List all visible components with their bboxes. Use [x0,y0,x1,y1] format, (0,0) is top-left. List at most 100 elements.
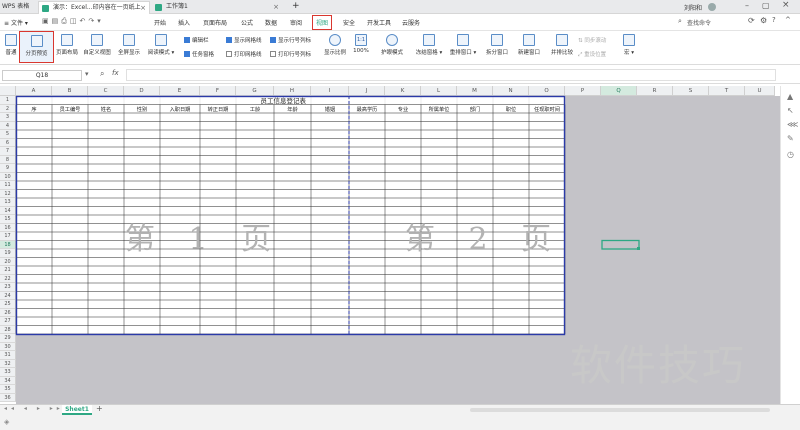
page-layout-view-button[interactable]: 页面布局 [56,33,78,63]
formula-bar-checkbox[interactable]: 编辑栏 [184,36,209,44]
tab-wps-home[interactable]: WPS 表格 [0,1,40,14]
normal-view-button[interactable]: 普通 [2,33,20,63]
sync-scroll-option[interactable]: ⇅ 同步滚动 [578,36,606,44]
watermark: 软件技巧 [570,341,747,390]
search-icon[interactable]: ⌕ [678,17,682,26]
view-ribbon: 普通 分页预览 页面布局 自定义视图 全屏显示 阅读模式 ▾ 编辑栏 显示网格线… [0,31,800,65]
menu-cloud[interactable]: 云服务 [402,18,420,27]
menu-formula[interactable]: 公式 [241,18,253,27]
fill-handle[interactable] [637,247,640,250]
help-icon[interactable]: ? [772,16,776,24]
select-icon[interactable]: ▲ [787,92,793,101]
new-tab-button[interactable]: + [290,1,302,14]
file-menu[interactable]: ≡ 文件 ▾ [4,18,28,27]
tab-label: 演示：Excel...印内容在一页纸上 [53,4,141,11]
headings-checkbox[interactable]: 显示行号列标 [270,36,311,44]
macro-icon [623,34,635,46]
sheet-tab-sheet1[interactable]: Sheet1 [62,405,92,415]
print-icon[interactable]: ⎙ [61,17,70,25]
horizontal-scrollbar[interactable] [470,408,770,412]
title-bar: WPS 表格 演示：Excel...印内容在一页纸上 × 工作簿1 × + 刘阳… [0,0,800,14]
close-tab-icon[interactable]: × [273,1,279,13]
minimize-icon[interactable]: – [745,1,749,10]
menu-review[interactable]: 审阅 [290,18,302,27]
maximize-icon[interactable]: ▢ [762,1,770,10]
save-icon[interactable]: ▣ [42,17,52,25]
page-1-label: 第 1 页 [125,222,284,257]
custom-view-button[interactable]: 自定义视图 [80,33,114,63]
hamburger-icon: ≡ [4,20,11,27]
tab-workbook1[interactable]: 工作簿1 × [152,1,282,14]
close-window-icon[interactable]: × [782,0,790,10]
print-headings-checkbox[interactable]: 打印行号列标 [270,50,311,58]
reset-position-option[interactable]: ⤢ 重设位置 [578,50,606,59]
menu-data[interactable]: 数据 [265,18,277,27]
checkbox-checked-icon [270,37,276,43]
menu-page-layout[interactable]: 页面布局 [203,18,227,27]
sheet-nav-arrows[interactable]: ◂◂ ◂ ▸ ▸▸ [4,405,64,412]
non-print-area-bottom[interactable] [16,334,565,406]
status-bar: ◈ [0,415,800,430]
sync-icon[interactable]: ⟳ [748,16,755,25]
cursor-icon[interactable]: ↖ [787,106,794,115]
menu-insert[interactable]: 插入 [178,18,190,27]
sheet-tabs-bar: ◂◂ ◂ ▸ ▸▸ Sheet1 + [0,404,800,415]
compare-icon [556,34,568,46]
menu-security[interactable]: 安全 [343,18,355,27]
page-break-preview-button[interactable]: 分页预览 [19,31,54,63]
checkbox-checked-icon [184,37,190,43]
table-header-cell: 婚姻 [325,105,335,113]
more-icon[interactable]: ▾ [97,17,104,25]
fx-button[interactable]: fx [112,69,119,77]
table-header-cell: 序 [31,105,36,113]
name-box[interactable]: Q18 [2,70,82,81]
menu-start[interactable]: 开始 [154,18,166,27]
reading-mode-button[interactable]: 阅读模式 ▾ [146,33,176,63]
checkbox-unchecked-icon [270,51,276,57]
tab-document[interactable]: 演示：Excel...印内容在一页纸上 × [38,1,150,14]
zoom-100-button[interactable]: 1:1 100% [350,33,372,63]
fullscreen-button[interactable]: 全屏显示 [116,33,142,63]
macro-button[interactable]: 宏 ▾ [620,33,638,63]
new-window-button[interactable]: 新建窗口 [514,33,544,63]
avatar[interactable] [708,3,716,11]
share-icon[interactable]: ⋘ [787,120,798,129]
freeze-panes-button[interactable]: 冻结窗格 ▾ [414,33,444,63]
user-name[interactable]: 刘阳和 [684,3,702,12]
eye-icon [386,34,398,46]
page-break-icon [30,35,43,47]
task-pane-checkbox[interactable]: 任务窗格 [184,50,214,58]
table-header-cell: 专业 [398,105,408,113]
tools-icon[interactable]: ✎ [787,134,794,143]
gridlines-checkbox[interactable]: 显示网格线 [226,36,262,44]
menu-bar: ≡ 文件 ▾ ▣▤⎙◫↶↷▾ 开始 插入 页面布局 公式 数据 审阅 视图 安全… [0,14,800,31]
table-header-cell: 姓名 [101,105,111,113]
page-layout-icon [61,34,73,46]
settings-icon[interactable]: ⚙ [760,16,767,25]
folder-icon[interactable]: ▤ [52,17,62,25]
collapse-ribbon-icon[interactable]: ^ [785,16,791,24]
side-by-side-button[interactable]: 并排比较 [548,33,576,63]
zoom-button[interactable]: 显示比例 [322,33,348,63]
menu-view[interactable]: 视图 [312,15,333,30]
close-tab-icon[interactable]: × [140,2,146,14]
history-icon[interactable]: ◷ [787,150,794,159]
print-gridlines-checkbox[interactable]: 打印网格线 [226,50,262,58]
arrange-windows-button[interactable]: 重排窗口 ▾ [448,33,478,63]
table-header-cell: 员工编号 [60,105,81,113]
split-window-button[interactable]: 拆分窗口 [482,33,512,63]
menu-developer[interactable]: 开发工具 [367,18,391,27]
add-sheet-button[interactable]: + [96,404,103,413]
eye-protection-button[interactable]: 护眼模式 [378,33,406,63]
macro-record-icon[interactable]: ◈ [4,418,9,426]
table-header-cell: 所属单位 [429,105,450,113]
split-icon [491,34,503,46]
formula-input[interactable] [126,69,776,81]
grid-icon [5,34,17,46]
dropdown-icon[interactable]: ▾ [85,70,89,78]
checkbox-checked-icon [226,37,232,43]
command-search[interactable]: 查找命令 [687,18,711,27]
zoom-icon[interactable]: ⌕ [100,69,104,79]
new-window-icon [523,34,535,46]
redo-icon[interactable]: ↷ [88,17,97,25]
